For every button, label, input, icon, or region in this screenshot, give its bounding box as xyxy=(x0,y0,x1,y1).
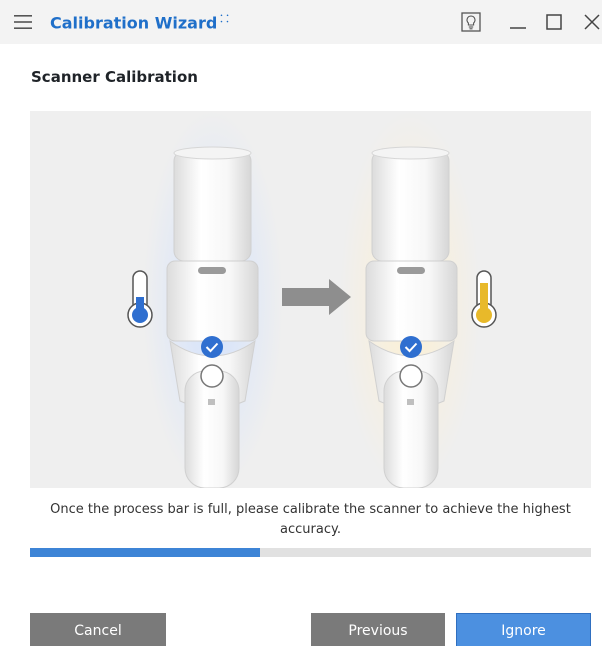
previous-button[interactable]: Previous xyxy=(311,613,445,646)
cancel-button[interactable]: Cancel xyxy=(30,613,166,646)
window-title-text: Calibration Wizard xyxy=(50,13,218,33)
window-title: Calibration Wizard ⸬ xyxy=(50,11,229,32)
maximize-icon[interactable] xyxy=(542,10,566,34)
page-title: Scanner Calibration xyxy=(31,68,198,86)
minimize-icon[interactable] xyxy=(506,10,530,34)
progress-fill xyxy=(30,548,260,557)
help-bulb-icon[interactable] xyxy=(460,11,482,33)
title-bar: Calibration Wizard ⸬ xyxy=(0,0,602,44)
calibration-wizard-window: Calibration Wizard⸬ Scanner Calibration xyxy=(0,0,602,646)
close-icon[interactable] xyxy=(580,10,602,34)
illustration-svg xyxy=(127,111,497,488)
hamburger-menu-icon[interactable] xyxy=(14,14,32,30)
calibration-illustration xyxy=(30,111,591,488)
title-mark: ⸬ xyxy=(220,14,229,25)
instruction-text: Once the process bar is full, please cal… xyxy=(50,502,571,537)
ignore-button[interactable]: Ignore xyxy=(456,613,591,646)
calibration-progress-bar xyxy=(30,548,591,557)
